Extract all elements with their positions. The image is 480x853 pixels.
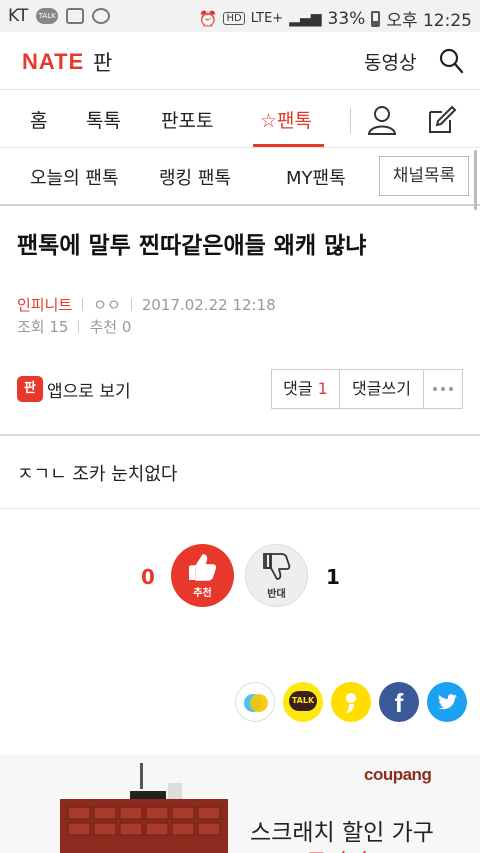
kakaotalk-icon: TALK	[289, 691, 317, 711]
sub-nav: 오늘의 팬톡 랭킹 팬톡 MY팬톡 채널목록	[0, 148, 480, 206]
battery-label: 33%	[327, 8, 366, 29]
kakao-yellow-icon	[345, 693, 356, 713]
post-body: ㅈㄱㄴ 조카 눈치없다	[17, 464, 178, 485]
app-header: NATE 판 동영상	[0, 32, 480, 90]
more-options-button[interactable]	[424, 370, 462, 408]
post-channel[interactable]: 인피니트	[17, 294, 72, 315]
carrier-label: KT	[8, 6, 29, 26]
ad-subline: 쿠팡가	[306, 843, 369, 853]
kakao-share-button[interactable]	[331, 682, 371, 722]
upvote-label: 추천	[193, 588, 212, 599]
thumbs-up-icon	[189, 554, 217, 581]
nav-item-toktok[interactable]: 톡톡	[86, 106, 121, 133]
search-icon[interactable]	[438, 47, 464, 75]
star-icon: ☆	[260, 110, 278, 132]
section-divider	[0, 434, 480, 436]
network-label: LTE+	[250, 11, 284, 26]
more-icon	[424, 370, 462, 408]
open-in-app-link[interactable]: 앱으로 보기	[47, 377, 131, 402]
kakaostory-icon	[244, 694, 268, 712]
furniture-image	[60, 763, 228, 853]
twitter-share-button[interactable]	[427, 682, 467, 722]
signal-icon: ▂▄▆	[289, 10, 322, 27]
active-tab-indicator	[253, 144, 324, 147]
twitter-icon	[438, 694, 457, 710]
nav-item-fantalk-label: 팬톡	[277, 110, 313, 132]
views-label: 조회	[17, 318, 45, 336]
facebook-share-button[interactable]: f	[379, 682, 419, 722]
likes-count: 0	[121, 317, 132, 336]
nav-item-fantalk[interactable]: ☆팬톡	[260, 106, 312, 133]
pann-app-icon[interactable]: 판	[17, 376, 43, 402]
post-datetime: 2017.02.22 12:18	[141, 295, 276, 314]
subnav-my-fantalk[interactable]: MY팬톡	[286, 164, 346, 190]
views-count: 15	[49, 317, 69, 336]
kakaotalk-share-button[interactable]: TALK	[283, 682, 323, 722]
subnav-ranking-fantalk[interactable]: 랭킹 팬톡	[159, 164, 231, 190]
alarm-icon: ⏰	[198, 9, 218, 28]
nate-logo[interactable]: NATE	[22, 49, 84, 75]
kakaotalk-notification-icon: TALK	[36, 8, 59, 24]
subnav-today-fantalk[interactable]: 오늘의 팬톡	[30, 164, 119, 190]
section-divider	[0, 508, 480, 509]
write-comment-button[interactable]: 댓글쓰기	[340, 370, 424, 408]
comments-button[interactable]: 댓글 1	[272, 370, 340, 408]
main-nav: 홈 톡톡 판포토 ☆팬톡	[0, 90, 480, 148]
pann-logo-label[interactable]: 판	[93, 47, 112, 77]
downvote-count: 1	[326, 565, 340, 589]
battery-icon	[371, 10, 381, 27]
comment-actions: 댓글 1 댓글쓰기	[271, 369, 463, 409]
nav-divider	[350, 108, 351, 134]
meta-divider	[78, 320, 80, 333]
downvote-button[interactable]: 반대	[245, 544, 308, 607]
status-bar: KT TALK ⏰ HD LTE+ ▂▄▆ 33% 오후 12:25	[0, 0, 480, 32]
meta-divider	[130, 298, 132, 311]
likes-label: 추천	[89, 318, 118, 336]
post-nickname: ㅇㅇ	[93, 296, 121, 314]
upvote-count: 0	[141, 565, 155, 589]
coupang-logo: coupang	[364, 765, 432, 784]
scroll-indicator	[474, 150, 477, 210]
comments-count: 1	[317, 379, 328, 398]
meta-divider	[82, 298, 84, 311]
post-stats: 조회 15 추천 0	[17, 316, 131, 337]
user-icon[interactable]	[367, 104, 397, 136]
post-title: 팬톡에 말투 찐따같은애들 왜캐 많냐	[17, 233, 367, 259]
kakaostory-share-button[interactable]	[235, 682, 275, 722]
app-notification-icon	[92, 8, 111, 24]
comments-label: 댓글	[283, 379, 313, 398]
downvote-label: 반대	[267, 589, 286, 600]
gallery-notification-icon	[66, 8, 85, 24]
upvote-button[interactable]: 추천	[171, 544, 234, 607]
thumbs-down-icon	[263, 553, 291, 580]
write-post-icon[interactable]	[426, 104, 458, 136]
channel-list-button[interactable]: 채널목록	[379, 156, 469, 196]
nav-item-pannphoto[interactable]: 판포토	[161, 106, 213, 133]
advertisement-banner[interactable]: coupang 스크래치 할인 가구 쿠팡가	[0, 755, 480, 853]
post-meta: 인피니트 ㅇㅇ 2017.02.22 12:18	[17, 294, 276, 315]
clock-label: 오후 12:25	[386, 11, 472, 31]
nav-item-home[interactable]: 홈	[30, 106, 47, 133]
ad-headline: 스크래치 할인 가구	[250, 820, 434, 846]
video-link[interactable]: 동영상	[364, 48, 416, 75]
hd-icon: HD	[223, 12, 245, 25]
facebook-icon: f	[394, 688, 404, 718]
